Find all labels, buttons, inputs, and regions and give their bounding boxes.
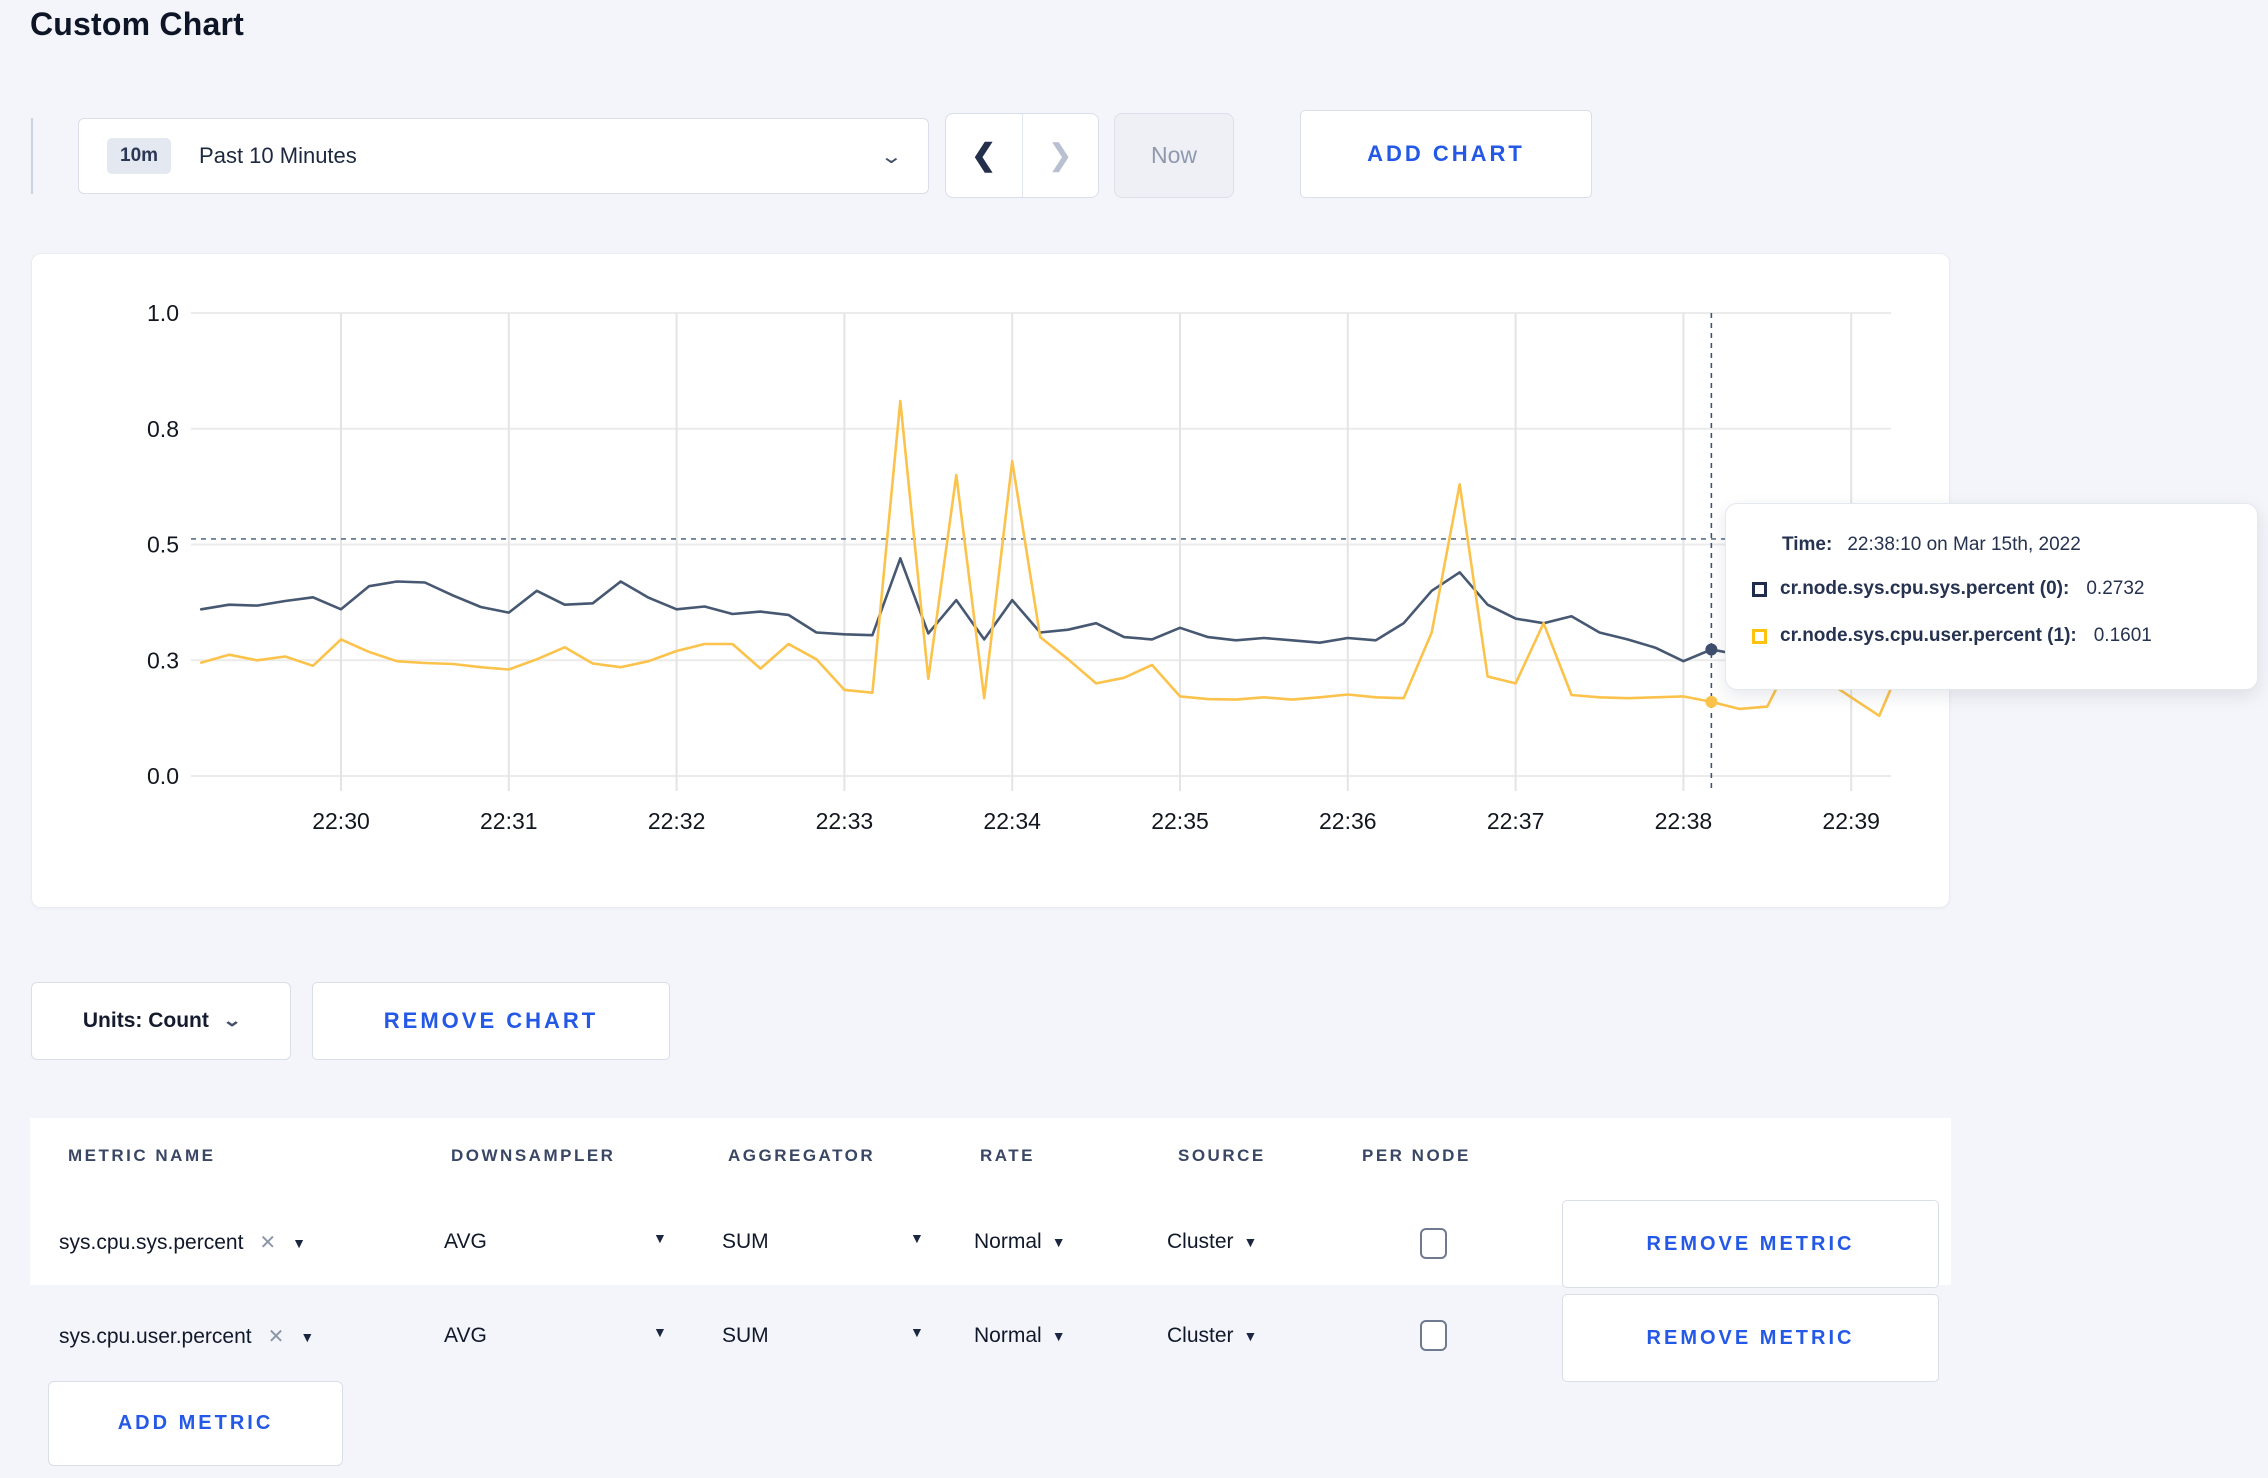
- units-dropdown[interactable]: Units: Count ⌄: [31, 982, 291, 1060]
- tooltip-series-value: 0.2732: [2086, 578, 2145, 599]
- custom-chart-page: Custom Chart 10m Past 10 Minutes ⌄ ❮ ❯ N…: [0, 0, 2268, 1478]
- dropdown-arrow-icon: ▼: [292, 1234, 307, 1251]
- metric-name-value: sys.cpu.sys.percent: [59, 1230, 244, 1254]
- tooltip-series-value: 0.1601: [2093, 625, 2152, 646]
- metric-name-select[interactable]: sys.cpu.sys.percent ✕ ▼: [59, 1230, 306, 1255]
- svg-text:22:36: 22:36: [1319, 808, 1377, 834]
- source-value: Cluster: [1167, 1230, 1234, 1253]
- header-aggregator: AGGREGATOR: [728, 1146, 876, 1165]
- add-chart-button[interactable]: ADD CHART: [1300, 110, 1592, 198]
- tooltip-time-label: Time:: [1782, 534, 1833, 555]
- svg-text:0.8: 0.8: [147, 416, 179, 442]
- header-source: SOURCE: [1178, 1146, 1266, 1165]
- chart-tooltip: Time: 22:38:10 on Mar 15th, 2022 cr.node…: [1725, 503, 2258, 690]
- next-range-button[interactable]: ❯: [1023, 114, 1099, 197]
- rate-value: Normal: [974, 1324, 1042, 1347]
- series-swatch-icon: [1752, 628, 1767, 644]
- tooltip-series-label: cr.node.sys.cpu.user.percent (1):: [1780, 625, 2077, 646]
- prev-range-button[interactable]: ❮: [946, 114, 1023, 197]
- chevron-right-icon: ❯: [1047, 139, 1073, 172]
- downsampler-select[interactable]: AVG: [444, 1230, 487, 1254]
- units-label: Units: Count: [82, 1009, 209, 1032]
- add-metric-button[interactable]: ADD METRIC: [48, 1381, 343, 1466]
- clear-metric-icon[interactable]: ✕: [259, 1230, 276, 1255]
- remove-metric-button[interactable]: REMOVE METRIC: [1562, 1294, 1939, 1382]
- toolbar-divider: [31, 118, 33, 194]
- svg-text:22:32: 22:32: [648, 808, 706, 834]
- timeseries-chart[interactable]: 0.0 0.3 0.5 0.8 1.0 22:30 22:31 22:32 22:33 22:34…: [32, 254, 1949, 907]
- remove-chart-button[interactable]: REMOVE CHART: [312, 982, 670, 1060]
- per-node-checkbox[interactable]: [1420, 1228, 1447, 1259]
- header-rate: RATE: [980, 1146, 1036, 1165]
- svg-text:0.3: 0.3: [147, 647, 179, 673]
- chevron-down-icon: ⌄: [222, 1011, 242, 1030]
- header-metric-name: METRIC NAME: [68, 1146, 216, 1165]
- tooltip-series-row: cr.node.sys.cpu.user.percent (1): 0.1601: [1752, 625, 2152, 647]
- svg-text:22:37: 22:37: [1487, 808, 1545, 834]
- svg-text:22:33: 22:33: [816, 808, 874, 834]
- svg-text:0.5: 0.5: [147, 532, 179, 558]
- source-value: Cluster: [1167, 1324, 1234, 1347]
- source-select[interactable]: Cluster ▼: [1167, 1324, 1257, 1348]
- chevron-down-icon: ⌄: [879, 145, 904, 168]
- dropdown-arrow-icon: ▼: [1243, 1328, 1258, 1344]
- svg-text:22:38: 22:38: [1655, 808, 1713, 834]
- rate-select[interactable]: Normal ▼: [974, 1230, 1066, 1254]
- remove-metric-button[interactable]: REMOVE METRIC: [1562, 1200, 1939, 1288]
- metric-name-value: sys.cpu.user.percent: [59, 1324, 252, 1348]
- svg-text:22:31: 22:31: [480, 808, 538, 834]
- clear-metric-icon[interactable]: ✕: [268, 1324, 285, 1349]
- page-title: Custom Chart: [30, 6, 244, 42]
- per-node-checkbox[interactable]: [1420, 1320, 1447, 1351]
- svg-text:22:39: 22:39: [1822, 808, 1880, 834]
- chart-card: 0.0 0.3 0.5 0.8 1.0 22:30 22:31 22:32 22:33 22:34…: [31, 253, 1950, 908]
- dropdown-arrow-icon[interactable]: ▼: [653, 1230, 667, 1246]
- metric-name-select[interactable]: sys.cpu.user.percent ✕ ▼: [59, 1324, 314, 1349]
- tooltip-time-value: 22:38:10 on Mar 15th, 2022: [1847, 534, 2081, 555]
- header-per-node: PER NODE: [1362, 1146, 1471, 1165]
- tooltip-time-row: Time: 22:38:10 on Mar 15th, 2022: [1782, 534, 2081, 556]
- rate-value: Normal: [974, 1230, 1042, 1253]
- svg-text:22:30: 22:30: [312, 808, 370, 834]
- svg-text:22:34: 22:34: [983, 808, 1041, 834]
- series-swatch-icon: [1752, 581, 1767, 597]
- chevron-left-icon: ❮: [971, 139, 997, 172]
- dropdown-arrow-icon[interactable]: ▼: [910, 1324, 924, 1340]
- dropdown-arrow-icon: ▼: [300, 1328, 315, 1345]
- aggregator-select[interactable]: SUM: [722, 1324, 769, 1348]
- dropdown-arrow-icon: ▼: [1051, 1234, 1066, 1250]
- dropdown-arrow-icon[interactable]: ▼: [653, 1324, 667, 1340]
- time-nav-group: ❮ ❯: [945, 113, 1099, 198]
- time-range-dropdown[interactable]: 10m Past 10 Minutes ⌄: [78, 118, 929, 194]
- time-range-badge: 10m: [107, 138, 172, 174]
- dropdown-arrow-icon[interactable]: ▼: [910, 1230, 924, 1246]
- now-button[interactable]: Now: [1114, 113, 1234, 198]
- rate-select[interactable]: Normal ▼: [974, 1324, 1066, 1348]
- svg-text:0.0: 0.0: [147, 763, 179, 789]
- time-range-label: Past 10 Minutes: [199, 143, 357, 168]
- svg-text:1.0: 1.0: [147, 300, 179, 326]
- dropdown-arrow-icon: ▼: [1051, 1328, 1066, 1344]
- tooltip-series-label: cr.node.sys.cpu.sys.percent (0):: [1780, 578, 2070, 599]
- downsampler-select[interactable]: AVG: [444, 1324, 487, 1348]
- svg-text:22:35: 22:35: [1151, 808, 1209, 834]
- dropdown-arrow-icon: ▼: [1243, 1234, 1258, 1250]
- aggregator-select[interactable]: SUM: [722, 1230, 769, 1254]
- tooltip-series-row: cr.node.sys.cpu.sys.percent (0): 0.2732: [1752, 578, 2144, 600]
- source-select[interactable]: Cluster ▼: [1167, 1230, 1257, 1254]
- header-downsampler: DOWNSAMPLER: [451, 1146, 616, 1165]
